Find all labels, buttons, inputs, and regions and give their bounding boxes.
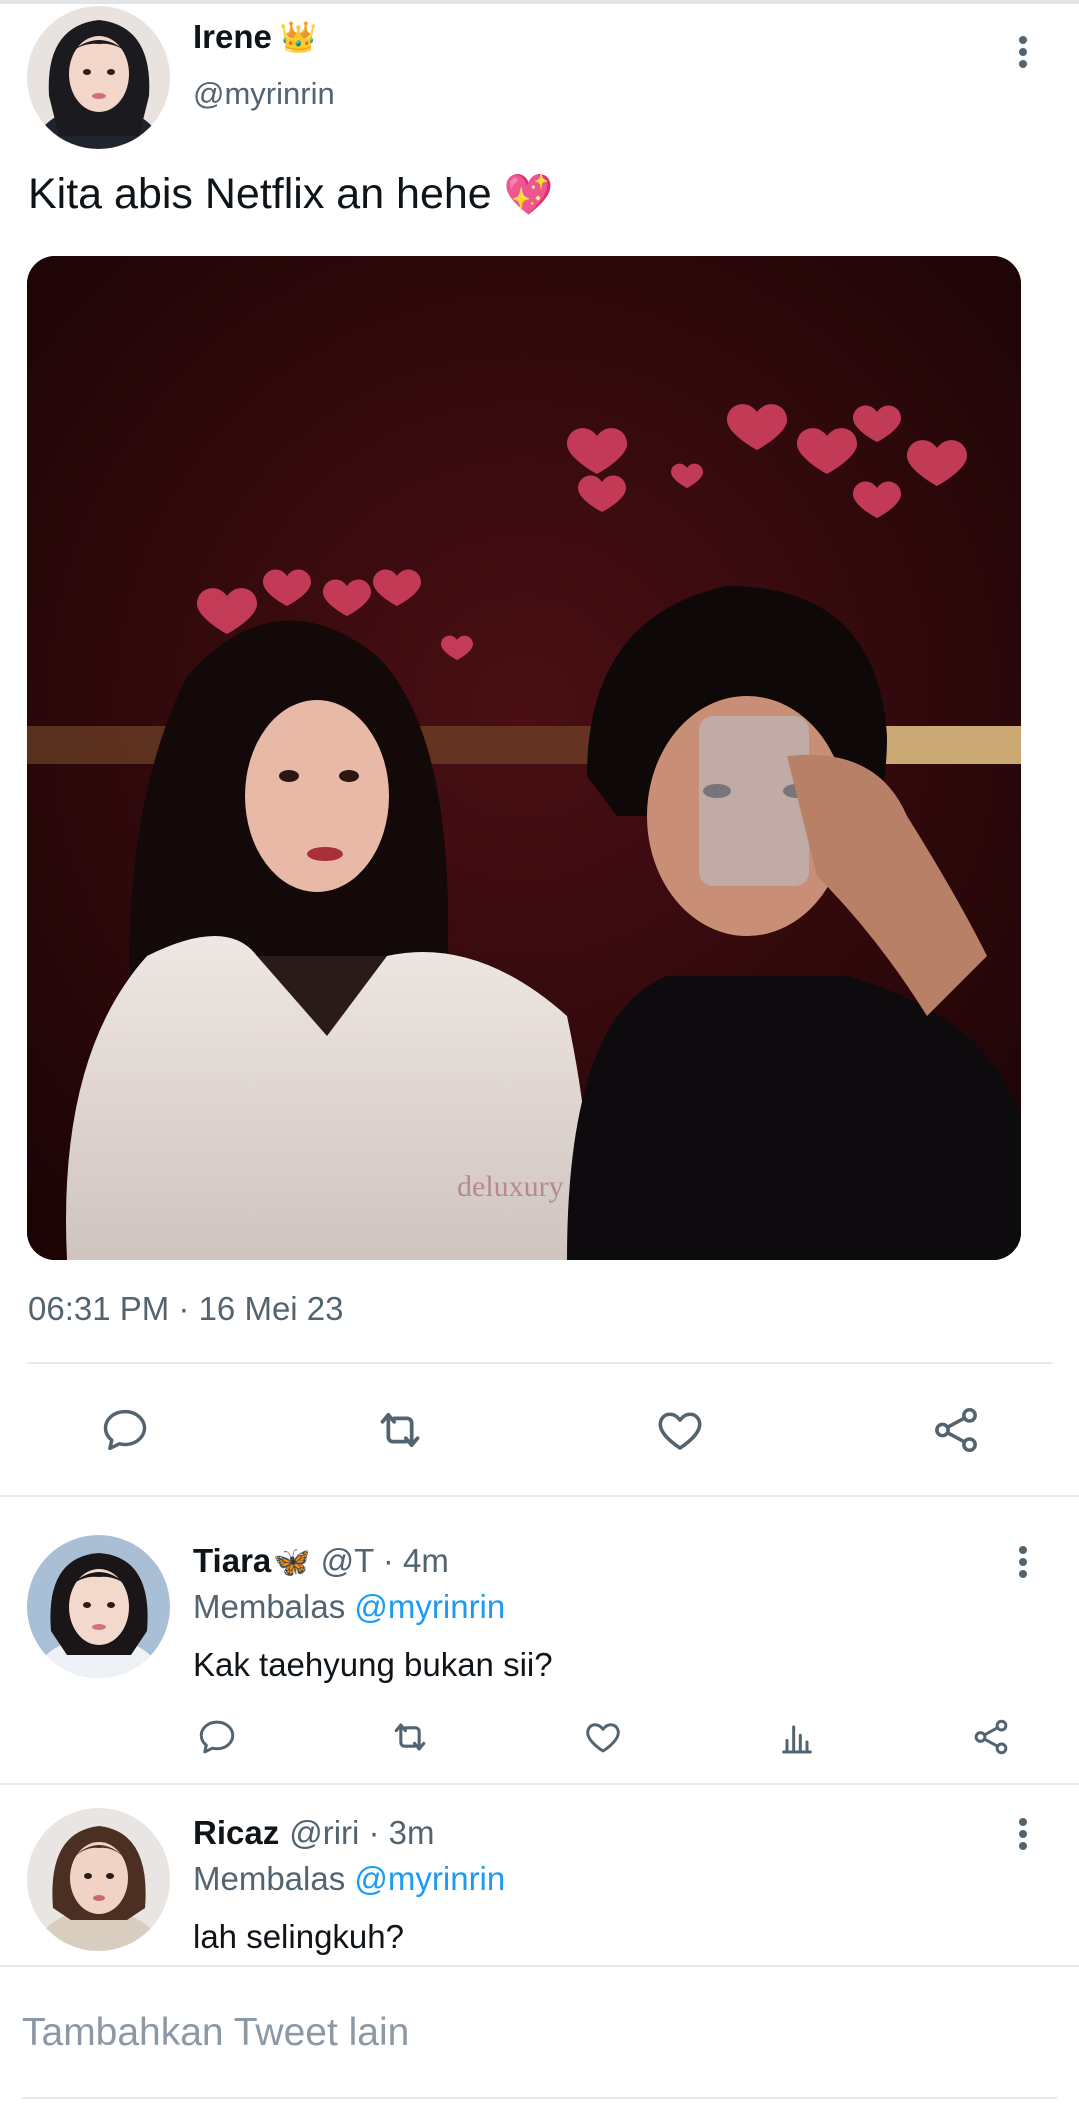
divider-between-replies <box>0 1783 1079 1785</box>
crown-icon: 👑 <box>279 20 318 54</box>
retweet-icon[interactable] <box>370 1400 430 1460</box>
reply-reply-icon[interactable] <box>194 1714 240 1760</box>
author-handle[interactable]: @myrinrin <box>193 76 335 112</box>
author-name[interactable]: Irene 👑 <box>193 18 317 56</box>
reply-author-line-2: Ricaz @riri · 3m <box>193 1814 435 1852</box>
author-name-text: Irene <box>193 18 272 55</box>
reply-retweet-icon[interactable] <box>387 1714 433 1760</box>
tweet-text: Kita abis Netflix an hehe 💖 <box>28 170 554 219</box>
author-avatar[interactable] <box>27 6 170 149</box>
divider-above-actions <box>27 1362 1052 1364</box>
reply-more-options-icon-2[interactable] <box>1008 1812 1038 1856</box>
reply-author-line: Tiara 🦋 @T · 4m <box>193 1542 449 1580</box>
reply-avatar-ricaz[interactable] <box>27 1808 170 1951</box>
sparkling-heart-icon: 💖 <box>503 173 554 217</box>
reply-meta: @T · 4m <box>320 1542 449 1579</box>
reply-icon[interactable] <box>95 1400 155 1460</box>
reply-share-icon[interactable] <box>968 1714 1014 1760</box>
more-options-icon[interactable] <box>1008 30 1038 74</box>
divider-above-compose <box>0 1965 1079 1967</box>
reply-to-prefix-2: Membalas <box>193 1860 346 1897</box>
reply-meta-2: @riri · 3m <box>289 1814 435 1851</box>
reply-to-prefix: Membalas <box>193 1588 346 1625</box>
top-border <box>0 0 1079 4</box>
reply-like-icon[interactable] <box>580 1714 626 1760</box>
add-tweet-input[interactable]: Tambahkan Tweet lain <box>22 2011 409 2055</box>
photo-watermark: deluxury <box>457 1170 564 1203</box>
butterfly-icon: 🦋 <box>273 1546 311 1579</box>
reply-to-mention-2[interactable]: @myrinrin <box>354 1860 505 1897</box>
tweet-photo[interactable]: deluxury <box>27 256 1021 1260</box>
reply-more-options-icon[interactable] <box>1008 1540 1038 1584</box>
share-icon[interactable] <box>926 1400 986 1460</box>
reply-author-name-2[interactable]: Ricaz <box>193 1814 279 1852</box>
reply-text: Kak taehyung bukan sii? <box>193 1646 553 1683</box>
reply-avatar-tiara[interactable] <box>27 1535 170 1678</box>
like-icon[interactable] <box>650 1400 710 1460</box>
compose-underline <box>22 2097 1057 2099</box>
reply-to-mention[interactable]: @myrinrin <box>354 1588 505 1625</box>
reply-to-line-2: Membalas @myrinrin <box>193 1860 505 1898</box>
tweet-text-content: Kita abis Netflix an hehe <box>28 170 492 218</box>
reply-to-line: Membalas @myrinrin <box>193 1588 505 1626</box>
reply-text-2: lah selingkuh? <box>193 1918 404 1955</box>
reply-author-name[interactable]: Tiara <box>193 1542 271 1580</box>
tweet-timestamp: 06:31 PM · 16 Mei 23 <box>28 1290 344 1327</box>
divider-below-actions <box>0 1495 1079 1497</box>
reply-analytics-icon[interactable] <box>774 1714 820 1760</box>
